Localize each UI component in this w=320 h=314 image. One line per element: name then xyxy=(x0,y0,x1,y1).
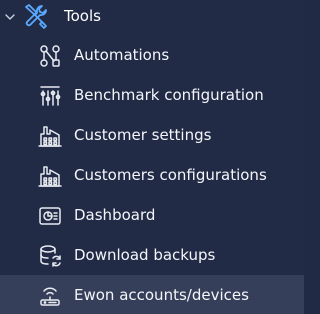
tree-item-label: Dashboard xyxy=(74,206,156,224)
database-sync-icon xyxy=(38,244,62,268)
tools-wrench-screwdriver-icon xyxy=(22,2,50,30)
factory-icon xyxy=(38,124,62,148)
chevron-down-icon[interactable] xyxy=(4,11,16,23)
tree-item-download-backups[interactable]: Download backups xyxy=(0,235,304,275)
tree-item-label: Benchmark configuration xyxy=(74,86,264,104)
dashboard-monitor-icon xyxy=(38,204,62,228)
tree-item-label: Customer settings xyxy=(74,126,212,144)
tree-item-label: Automations xyxy=(74,46,170,64)
tree-item-customer-settings[interactable]: Customer settings xyxy=(0,115,304,155)
benchmark-sliders-icon xyxy=(38,84,62,108)
tree-item-customers-configurations[interactable]: Customers configurations xyxy=(0,155,304,195)
tree-item-label: Download backups xyxy=(74,246,216,264)
tree-item-ewon-accounts-devices[interactable]: Ewon accounts/devices xyxy=(0,275,304,314)
tree-item-automations[interactable]: Automations xyxy=(0,35,304,75)
tools-menu-tree: Tools Automations Benchmark configuratio… xyxy=(0,0,304,314)
tree-item-dashboard[interactable]: Dashboard xyxy=(0,195,304,235)
router-wifi-icon xyxy=(38,284,62,308)
factory-icon xyxy=(38,164,62,188)
tree-item-label: Customers configurations xyxy=(74,166,267,184)
tree-item-label: Ewon accounts/devices xyxy=(74,286,249,304)
tree-item-tools[interactable]: Tools xyxy=(0,0,304,32)
tree-item-label: Tools xyxy=(64,7,101,25)
tree-item-benchmark-configuration[interactable]: Benchmark configuration xyxy=(0,75,304,115)
automation-nodes-icon xyxy=(38,44,62,68)
